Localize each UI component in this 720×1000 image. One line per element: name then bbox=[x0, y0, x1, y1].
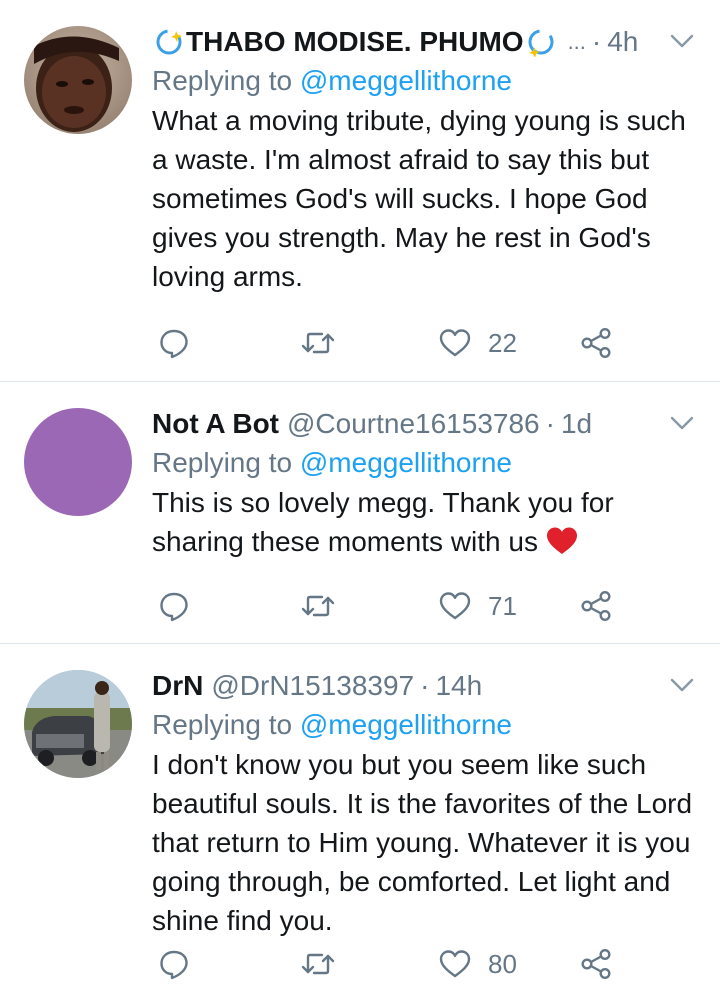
timestamp[interactable]: 14h bbox=[435, 666, 482, 706]
replying-prefix: Replying to bbox=[152, 447, 293, 478]
action-bar: 71 bbox=[152, 586, 622, 626]
share-icon bbox=[581, 948, 611, 980]
reply-button[interactable] bbox=[158, 323, 190, 363]
avatar[interactable] bbox=[24, 408, 132, 516]
red-heart-emoji bbox=[546, 527, 577, 554]
reply-button[interactable] bbox=[158, 586, 190, 626]
chevron-down-icon[interactable] bbox=[668, 674, 696, 698]
user-handle[interactable]: @DrN15138397 bbox=[211, 666, 414, 706]
retweet-button[interactable] bbox=[300, 944, 336, 984]
avatar[interactable] bbox=[24, 26, 132, 134]
tweet-text-container: This is so lovely megg. Thank you for sh… bbox=[152, 483, 696, 561]
like-count: 71 bbox=[488, 590, 517, 621]
display-name[interactable]: THABO MODISE. PHUMO bbox=[152, 22, 558, 62]
dizzy-sparkle-emoji bbox=[156, 29, 182, 55]
avatar[interactable] bbox=[24, 670, 132, 778]
share-button[interactable] bbox=[580, 586, 612, 626]
name-truncation: ... bbox=[567, 29, 586, 54]
like-button[interactable]: 22 bbox=[438, 323, 517, 363]
heart-icon bbox=[439, 950, 471, 978]
separator-dot: · bbox=[420, 670, 430, 701]
user-handle[interactable]: @Courtne16153786 bbox=[287, 404, 540, 444]
timestamp[interactable]: 4h bbox=[607, 22, 638, 62]
share-button[interactable] bbox=[580, 323, 612, 363]
share-icon bbox=[581, 327, 611, 359]
separator-dot: · bbox=[591, 26, 602, 57]
chevron-down-icon[interactable] bbox=[668, 412, 696, 436]
share-icon bbox=[581, 590, 611, 622]
chevron-down-icon[interactable] bbox=[668, 30, 696, 54]
like-count: 22 bbox=[488, 327, 517, 358]
reply-icon bbox=[160, 329, 188, 359]
tweet-3[interactable]: DrN @DrN15138397 · 14h Replying to @megg… bbox=[0, 644, 720, 1000]
like-button[interactable]: 71 bbox=[438, 586, 517, 626]
retweet-button[interactable] bbox=[300, 323, 336, 363]
dizzy-sparkle-emoji bbox=[528, 29, 554, 57]
replying-to: Replying to @meggellithorne bbox=[152, 706, 696, 744]
heart-icon bbox=[439, 329, 471, 357]
tweet-text: I don't know you but you seem like such … bbox=[152, 749, 693, 936]
replying-prefix: Replying to bbox=[152, 709, 293, 740]
replying-to: Replying to @meggellithorne bbox=[152, 444, 696, 482]
mention-link[interactable]: @meggellithorne bbox=[300, 65, 512, 96]
timestamp[interactable]: 1d bbox=[561, 404, 592, 444]
replying-prefix: Replying to bbox=[152, 65, 293, 96]
replying-to: Replying to @meggellithorne bbox=[152, 62, 696, 100]
action-bar: 22 bbox=[152, 323, 622, 363]
display-name-text: THABO MODISE. PHUMO bbox=[186, 26, 524, 57]
avatar-photo bbox=[24, 670, 132, 778]
like-button[interactable]: 80 bbox=[438, 944, 517, 984]
avatar-photo bbox=[24, 26, 132, 134]
reply-button[interactable] bbox=[158, 944, 190, 984]
tweet-text: What a moving tribute, dying young is su… bbox=[152, 105, 686, 292]
reply-icon bbox=[160, 950, 188, 980]
display-name[interactable]: Not A Bot bbox=[152, 404, 279, 444]
heart-icon bbox=[439, 592, 471, 620]
mention-link[interactable]: @meggellithorne bbox=[300, 447, 512, 478]
share-button[interactable] bbox=[580, 944, 612, 984]
retweet-icon bbox=[301, 953, 335, 975]
action-bar: 80 bbox=[152, 944, 622, 984]
retweet-button[interactable] bbox=[300, 586, 336, 626]
reply-icon bbox=[160, 592, 188, 622]
tweet-1[interactable]: THABO MODISE. PHUMO ... · 4h Replying to… bbox=[0, 0, 720, 382]
tweet-2[interactable]: Not A Bot @Courtne16153786 · 1d Replying… bbox=[0, 382, 720, 644]
like-count: 80 bbox=[488, 948, 517, 979]
retweet-icon bbox=[301, 332, 335, 354]
retweet-icon bbox=[301, 595, 335, 617]
display-name[interactable]: DrN bbox=[152, 666, 203, 706]
mention-link[interactable]: @meggellithorne bbox=[300, 709, 512, 740]
separator-dot: · bbox=[545, 408, 555, 439]
tweet-text: This is so lovely megg. Thank you for sh… bbox=[152, 487, 614, 557]
